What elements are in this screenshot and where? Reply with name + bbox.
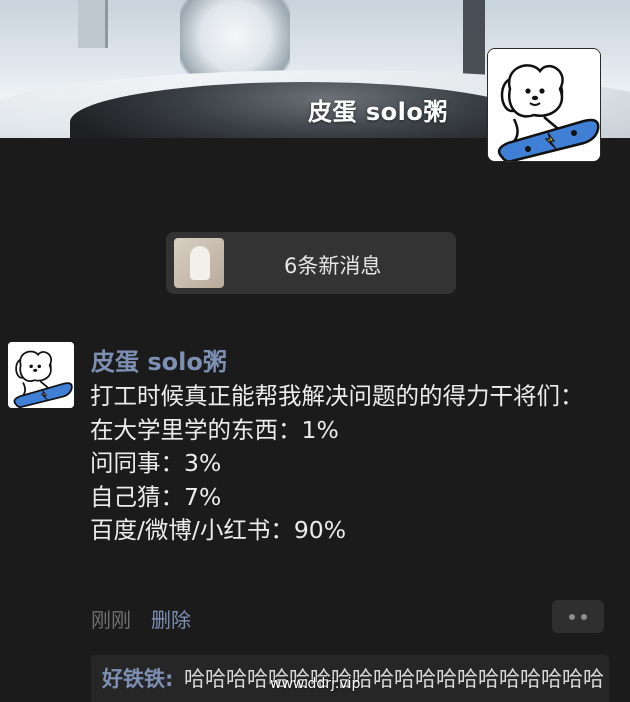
message-timestamp: 刚刚: [91, 608, 131, 632]
comment-author-name[interactable]: 好铁铁:: [102, 663, 173, 693]
more-actions-button[interactable]: [552, 600, 604, 633]
comment-text: 哈哈哈哈哈哈哈哈哈哈哈哈哈哈哈哈哈哈哈哈: [184, 667, 604, 691]
new-messages-button[interactable]: 6条新消息: [166, 232, 456, 294]
profile-avatar[interactable]: [487, 48, 601, 162]
new-messages-label: 6条新消息: [284, 254, 382, 278]
message-line: 自己猜：7%: [90, 482, 222, 511]
delete-button[interactable]: 删除: [151, 604, 191, 633]
cover-username: 皮蛋 solo粥: [308, 98, 448, 126]
message-line: 问同事：3%: [90, 449, 222, 477]
message-line: 在大学里学的东西：1%: [90, 415, 339, 444]
watermark: www.ddrj.vip: [270, 676, 361, 692]
more-dots-icon: [581, 614, 587, 620]
message-content: 打工时候真正能帮我解决问题的的得力干将们： 在大学里学的东西：1% 问同事：3%…: [90, 380, 620, 548]
new-message-sender-thumbnail: [174, 238, 224, 288]
message-author-name[interactable]: 皮蛋 solo粥: [91, 342, 227, 377]
puppy-skateboard-icon: [488, 49, 600, 161]
cover-pole: [463, 0, 485, 80]
puppy-skateboard-icon: [8, 342, 74, 408]
cover-snow-post: [78, 0, 108, 48]
message-line: 打工时候真正能帮我解决问题的的得力干将们：: [90, 382, 584, 410]
more-dots-icon: [569, 614, 575, 620]
message-line: 百度/微博/小红书：90%: [90, 516, 347, 544]
message-author-avatar[interactable]: [8, 342, 74, 408]
